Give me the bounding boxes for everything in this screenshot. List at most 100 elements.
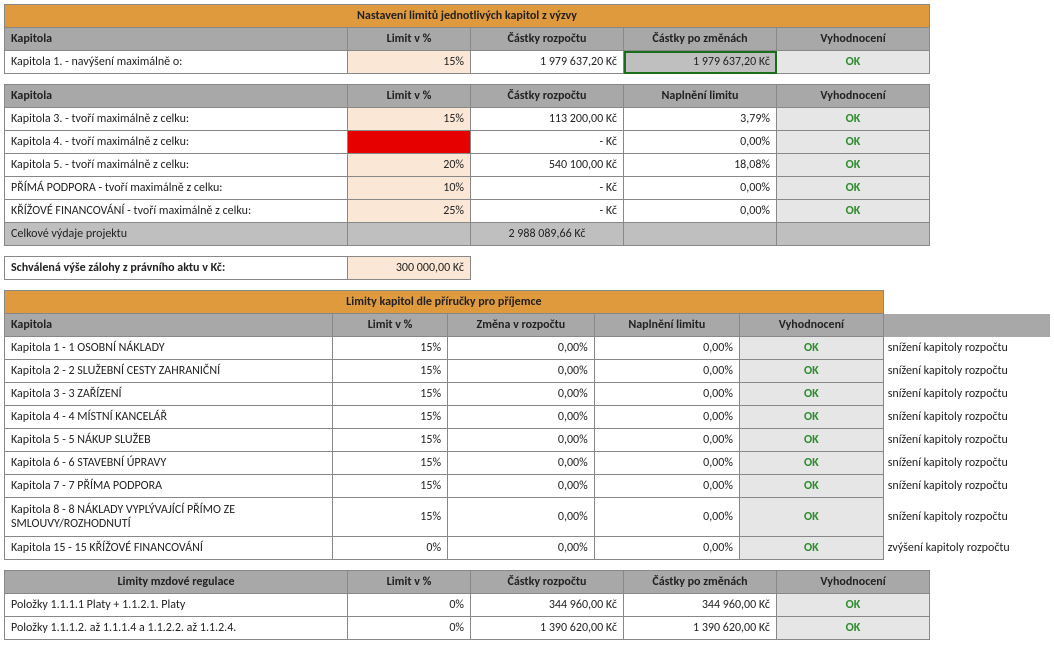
cell-limit[interactable]: 10% — [348, 177, 471, 200]
table-row[interactable]: Položky 1.1.1.2. až 1.1.1.4 a 1.1.2.2. a… — [5, 617, 930, 640]
cell-zmena[interactable]: 0,00% — [448, 475, 595, 498]
cell-eval: OK — [777, 51, 930, 74]
cell-limit[interactable]: 15% — [333, 406, 448, 429]
cell-naplneni[interactable]: 3,79% — [624, 108, 777, 131]
zaloha-value[interactable]: 300 000,00 Kč — [348, 257, 471, 280]
cell-eval: OK — [739, 360, 883, 383]
cell-naplneni[interactable]: 0,00% — [594, 337, 739, 360]
cell-label[interactable]: Kapitola 4. - tvoří maximálně z celku: — [5, 131, 348, 154]
cell-naplneni[interactable]: 0,00% — [594, 475, 739, 498]
cell-zmeny[interactable]: 1 390 620,00 Kč — [624, 617, 777, 640]
cell-limit[interactable]: 15% — [333, 452, 448, 475]
table-row[interactable]: Kapitola 5. - tvoří maximálně z celku:20… — [5, 154, 930, 177]
cell-naplneni[interactable]: 0,00% — [624, 131, 777, 154]
table-row[interactable]: Kapitola 8 - 8 NÁKLADY VYPLÝVAJÍCÍ PŘÍMO… — [5, 498, 1050, 537]
cell-label[interactable]: PŘÍMÁ PODPORA - tvoří maximálně z celku: — [5, 177, 348, 200]
cell-label[interactable]: Kapitola 1 - 1 OSOBNÍ NÁKLADY — [5, 337, 333, 360]
cell-naplneni[interactable]: 0,00% — [594, 383, 739, 406]
table-row[interactable]: Kapitola 3. - tvoří maximálně z celku:15… — [5, 108, 930, 131]
cell-limit[interactable]: 15% — [333, 498, 448, 537]
section1-row-kap1[interactable]: Kapitola 1. - navýšení maximálně o: 15% … — [5, 51, 930, 74]
cell-naplneni[interactable]: 0,00% — [594, 429, 739, 452]
table-row[interactable]: KŘÍŽOVÉ FINANCOVÁNÍ - tvoří maximálně z … — [5, 200, 930, 223]
cell-naplneni[interactable]: 0,00% — [624, 177, 777, 200]
cell-label[interactable]: Kapitola 2 - 2 SLUŽEBNÍ CESTY ZAHRANIČNÍ — [5, 360, 333, 383]
hdr-castky: Částky rozpočtu — [471, 571, 624, 594]
total-blank2 — [624, 223, 777, 246]
cell-label[interactable]: KŘÍŽOVÉ FINANCOVÁNÍ - tvoří maximálně z … — [5, 200, 348, 223]
cell-limit[interactable]: 15% — [333, 475, 448, 498]
cell-naplneni[interactable]: 0,00% — [594, 360, 739, 383]
cell-limit[interactable]: 0% — [348, 594, 471, 617]
hdr-castky: Částky rozpočtu — [471, 28, 624, 51]
table-row[interactable]: Kapitola 5 - 5 NÁKUP SLUŽEB15%0,00%0,00%… — [5, 429, 1050, 452]
cell-label[interactable]: Kapitola 1. - navýšení maximálně o: — [5, 51, 348, 74]
cell-zmena[interactable]: 0,00% — [448, 429, 595, 452]
cell-label[interactable]: Kapitola 8 - 8 NÁKLADY VYPLÝVAJÍCÍ PŘÍMO… — [5, 498, 333, 537]
table-row[interactable]: Kapitola 4. - tvoří maximálně z celku: - … — [5, 131, 930, 154]
cell-label[interactable]: Položky 1.1.1.2. až 1.1.1.4 a 1.1.2.2. a… — [5, 617, 348, 640]
cell-label[interactable]: Kapitola 7 - 7 PŘÍMA PODPORA — [5, 475, 333, 498]
cell-label[interactable]: Kapitola 15 - 15 KŘÍŽOVÉ FINANCOVÁNÍ — [5, 537, 333, 560]
cell-label[interactable]: Kapitola 6 - 6 STAVEBNÍ ÚPRAVY — [5, 452, 333, 475]
cell-label[interactable]: Kapitola 3 - 3 ZAŘÍZENÍ — [5, 383, 333, 406]
cell-zmena[interactable]: 0,00% — [448, 337, 595, 360]
cell-limit[interactable]: 15% — [348, 108, 471, 131]
cell-zmena[interactable]: 0,00% — [448, 452, 595, 475]
table-row[interactable]: Kapitola 7 - 7 PŘÍMA PODPORA15%0,00%0,00… — [5, 475, 1050, 498]
cell-zmena[interactable]: 0,00% — [448, 383, 595, 406]
cell-limit[interactable]: 15% — [333, 383, 448, 406]
cell-naplneni[interactable]: 0,00% — [594, 537, 739, 560]
cell-zmeny[interactable]: 344 960,00 Kč — [624, 594, 777, 617]
cell-label[interactable]: Kapitola 3. - tvoří maximálně z celku: — [5, 108, 348, 131]
cell-zmena[interactable]: 0,00% — [448, 498, 595, 537]
cell-rozpocet[interactable]: 1 390 620,00 Kč — [471, 617, 624, 640]
table-row[interactable]: Kapitola 6 - 6 STAVEBNÍ ÚPRAVY15%0,00%0,… — [5, 452, 1050, 475]
cell-eval: OK — [777, 177, 930, 200]
cell-rozpocet[interactable]: 540 100,00 Kč — [471, 154, 624, 177]
hdr-kapitola: Kapitola — [5, 85, 348, 108]
table-row[interactable]: Kapitola 1 - 1 OSOBNÍ NÁKLADY15%0,00%0,0… — [5, 337, 1050, 360]
table-row[interactable]: Kapitola 3 - 3 ZAŘÍZENÍ15%0,00%0,00%OKsn… — [5, 383, 1050, 406]
hdr-kapitola: Kapitola — [5, 28, 348, 51]
cell-rozpocet[interactable]: - Kč — [471, 200, 624, 223]
cell-rozpocet[interactable]: 344 960,00 Kč — [471, 594, 624, 617]
cell-rozpocet[interactable]: 113 200,00 Kč — [471, 108, 624, 131]
table-row[interactable]: Kapitola 4 - 4 MÍSTNÍ KANCELÁŘ15%0,00%0,… — [5, 406, 1050, 429]
cell-zmena[interactable]: 0,00% — [448, 537, 595, 560]
section4-title: Limity mzdové regulace — [5, 571, 348, 594]
cell-limit[interactable]: 0% — [333, 537, 448, 560]
cell-zmeny-selected[interactable]: 1 979 637,20 Kč — [624, 51, 777, 74]
cell-rozpocet[interactable]: - Kč — [471, 131, 624, 154]
cell-zmena[interactable]: 0,00% — [448, 406, 595, 429]
cell-limit[interactable]: 15% — [348, 51, 471, 74]
cell-label[interactable]: Kapitola 5 - 5 NÁKUP SLUŽEB — [5, 429, 333, 452]
cell-note: snížení kapitoly rozpočtu — [883, 406, 1049, 429]
cell-naplneni[interactable]: 0,00% — [594, 406, 739, 429]
hdr-limit: Limit v % — [348, 28, 471, 51]
cell-naplneni[interactable]: 0,00% — [624, 200, 777, 223]
cell-limit[interactable] — [348, 131, 471, 154]
cell-label[interactable]: Kapitola 4 - 4 MÍSTNÍ KANCELÁŘ — [5, 406, 333, 429]
cell-rozpocet[interactable]: 1 979 637,20 Kč — [471, 51, 624, 74]
section-limity-vyzvy: Nastavení limitů jednotlivých kapitol z … — [4, 4, 930, 74]
cell-naplneni[interactable]: 18,08% — [624, 154, 777, 177]
cell-label[interactable]: Kapitola 5. - tvoří maximálně z celku: — [5, 154, 348, 177]
cell-limit[interactable]: 15% — [333, 429, 448, 452]
hdr-kapitola: Kapitola — [5, 314, 333, 337]
cell-rozpocet[interactable]: - Kč — [471, 177, 624, 200]
table-row[interactable]: Kapitola 2 - 2 SLUŽEBNÍ CESTY ZAHRANIČNÍ… — [5, 360, 1050, 383]
cell-limit[interactable]: 20% — [348, 154, 471, 177]
cell-limit[interactable]: 0% — [348, 617, 471, 640]
cell-limit[interactable]: 15% — [333, 337, 448, 360]
cell-limit[interactable]: 25% — [348, 200, 471, 223]
table-row[interactable]: Kapitola 15 - 15 KŘÍŽOVÉ FINANCOVÁNÍ0%0,… — [5, 537, 1050, 560]
cell-naplneni[interactable]: 0,00% — [594, 452, 739, 475]
cell-zmena[interactable]: 0,00% — [448, 360, 595, 383]
cell-naplneni[interactable]: 0,00% — [594, 498, 739, 537]
hdr-limit: Limit v % — [348, 85, 471, 108]
cell-limit[interactable]: 15% — [333, 360, 448, 383]
table-row[interactable]: Položky 1.1.1.1 Platy + 1.1.2.1. Platy0%… — [5, 594, 930, 617]
table-row[interactable]: PŘÍMÁ PODPORA - tvoří maximálně z celku:… — [5, 177, 930, 200]
cell-label[interactable]: Položky 1.1.1.1 Platy + 1.1.2.1. Platy — [5, 594, 348, 617]
